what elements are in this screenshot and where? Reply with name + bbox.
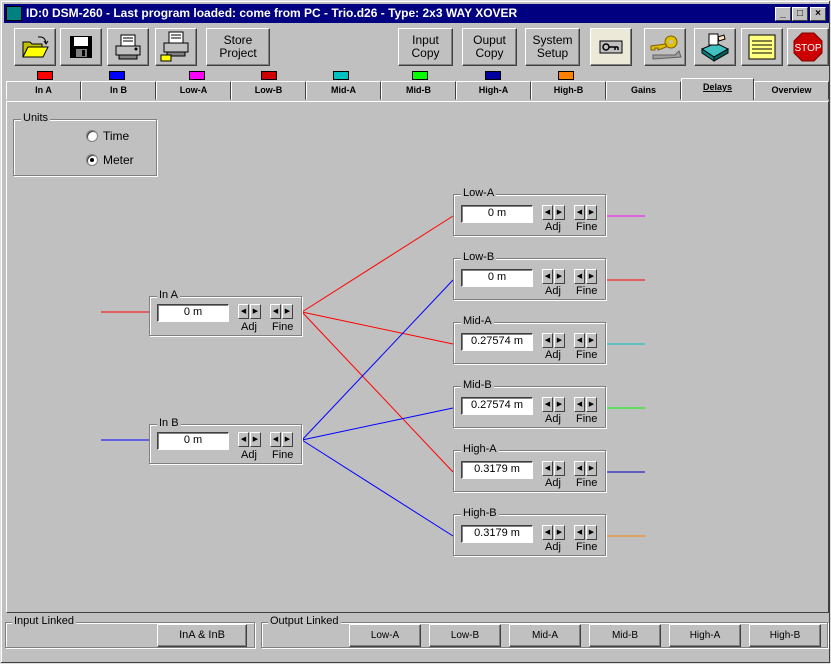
low-b-adj-left-button[interactable]: ◀ [542,269,553,284]
mid-b-adj-right-button[interactable]: ▶ [554,397,565,412]
low-a-fine-right-button[interactable]: ▶ [586,205,597,220]
output-linked-title: Output Linked [268,615,341,627]
low-b-fine-left-button[interactable]: ◀ [574,269,585,284]
delay-value-in-b[interactable]: 0 m [157,432,229,450]
delay-title-high-b: High-B [461,507,499,519]
mid-b-fine-right-button[interactable]: ▶ [586,397,597,412]
in-b-adj-label: Adj [241,449,257,461]
route-in-b-high-b [301,439,454,537]
delay-title-in-b: In B [157,417,181,429]
mid-b-fine-left-button[interactable]: ◀ [574,397,585,412]
link-high-b-button[interactable]: High-B [749,624,821,647]
mid-b-adj-left-button[interactable]: ◀ [542,397,553,412]
delay-title-in-a: In A [157,289,180,301]
in-a-adj-right-button[interactable]: ▶ [250,304,261,319]
delay-title-high-a: High-A [461,443,499,455]
route-in-a-low-a [301,215,454,313]
route-in-b-low-b [301,279,454,441]
route-in-a-mid-a [301,311,454,345]
high-b-fine-label: Fine [576,541,598,553]
link-high-a-button[interactable]: High-A [669,624,741,647]
high-b-fine-right-button[interactable]: ▶ [586,525,597,540]
delay-value-mid-b[interactable]: 0.27574 m [461,397,533,415]
low-b-fine-right-button[interactable]: ▶ [586,269,597,284]
main-window: ID:0 DSM-260 - Last program loaded: come… [0,0,831,664]
in-a-fine-left-button[interactable]: ◀ [270,304,281,319]
delay-title-mid-a: Mid-A [461,315,494,327]
in-a-adj-label: Adj [241,321,257,333]
link-low-b-button[interactable]: Low-B [429,624,501,647]
in-b-adj-left-button[interactable]: ◀ [238,432,249,447]
low-a-adj-left-button[interactable]: ◀ [542,205,553,220]
mid-b-adj-label: Adj [545,413,561,425]
low-a-fine-label: Fine [576,221,598,233]
delay-value-mid-a[interactable]: 0.27574 m [461,333,533,351]
in-b-fine-right-button[interactable]: ▶ [282,432,293,447]
high-a-fine-label: Fine [576,477,598,489]
mid-a-adj-right-button[interactable]: ▶ [554,333,565,348]
delay-title-mid-b: Mid-B [461,379,494,391]
delay-value-low-b[interactable]: 0 m [461,269,533,287]
in-a-fine-label: Fine [272,321,294,333]
low-a-adj-right-button[interactable]: ▶ [554,205,565,220]
high-b-adj-label: Adj [545,541,561,553]
high-a-adj-right-button[interactable]: ▶ [554,461,565,476]
high-b-fine-left-button[interactable]: ◀ [574,525,585,540]
delay-value-high-a[interactable]: 0.3179 m [461,461,533,479]
link-mid-b-button[interactable]: Mid-B [589,624,661,647]
low-a-fine-left-button[interactable]: ◀ [574,205,585,220]
route-in-b-mid-b [301,407,454,441]
low-b-adj-label: Adj [545,285,561,297]
mid-a-fine-right-button[interactable]: ▶ [586,333,597,348]
in-a-adj-left-button[interactable]: ◀ [238,304,249,319]
high-a-adj-label: Adj [545,477,561,489]
mid-b-fine-label: Fine [576,413,598,425]
delay-title-low-b: Low-B [461,251,497,263]
route-in-a-high-a [301,311,454,473]
delay-value-high-b[interactable]: 0.3179 m [461,525,533,543]
high-b-adj-left-button[interactable]: ◀ [542,525,553,540]
high-b-adj-right-button[interactable]: ▶ [554,525,565,540]
in-b-adj-right-button[interactable]: ▶ [250,432,261,447]
in-a-fine-right-button[interactable]: ▶ [282,304,293,319]
delay-value-in-a[interactable]: 0 m [157,304,229,322]
high-a-fine-right-button[interactable]: ▶ [586,461,597,476]
mid-a-fine-left-button[interactable]: ◀ [574,333,585,348]
low-a-adj-label: Adj [545,221,561,233]
low-b-fine-label: Fine [576,285,598,297]
link-mid-a-button[interactable]: Mid-A [509,624,581,647]
link-low-a-button[interactable]: Low-A [349,624,421,647]
mid-a-adj-left-button[interactable]: ◀ [542,333,553,348]
in-b-fine-label: Fine [272,449,294,461]
link-ina-inb-button[interactable]: InA & InB [157,624,247,647]
delay-title-low-a: Low-A [461,187,497,199]
high-a-adj-left-button[interactable]: ◀ [542,461,553,476]
high-a-fine-left-button[interactable]: ◀ [574,461,585,476]
mid-a-fine-label: Fine [576,349,598,361]
routing-diagram [101,215,645,537]
delay-value-low-a[interactable]: 0 m [461,205,533,223]
low-b-adj-right-button[interactable]: ▶ [554,269,565,284]
input-linked-title: Input Linked [12,615,76,627]
mid-a-adj-label: Adj [545,349,561,361]
in-b-fine-left-button[interactable]: ◀ [270,432,281,447]
